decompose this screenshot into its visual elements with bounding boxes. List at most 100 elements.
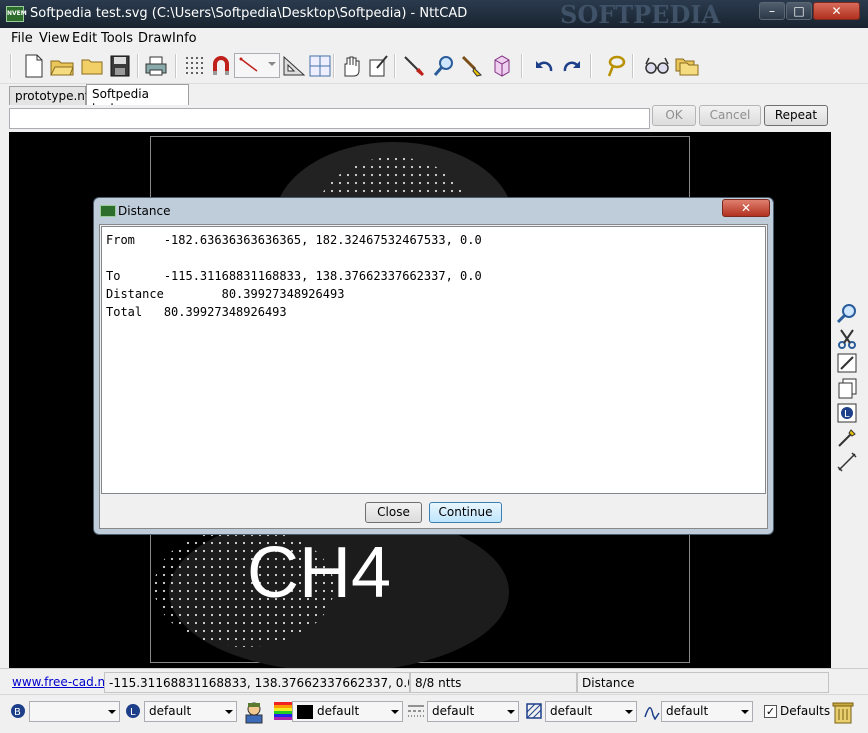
edit-pencil-icon[interactable] <box>835 351 859 375</box>
help-lasso-icon[interactable] <box>602 52 630 80</box>
user-agent-icon[interactable] <box>241 700 267 724</box>
window-title: Softpedia test.svg (C:\Users\Softpedia\D… <box>30 6 468 21</box>
distance-dialog: Distance ✕ From -182.63636363636365, 182… <box>93 197 774 535</box>
defaults-label: Defaults <box>780 704 831 718</box>
hatch-select[interactable]: default <box>545 701 637 722</box>
command-row: OK Cancel Repeat <box>0 105 868 132</box>
color-palette-icon <box>274 702 292 720</box>
svg-text:L: L <box>844 409 850 420</box>
line-tool-icon[interactable] <box>400 52 428 80</box>
total-value: 80.39927348926493 <box>163 305 287 319</box>
toolbar-separator <box>632 54 634 78</box>
font-select[interactable]: default <box>661 701 753 722</box>
total-label: Total <box>106 305 143 319</box>
color-swatch <box>297 704 313 719</box>
redo-icon[interactable] <box>558 52 586 80</box>
from-value: -182.63636363636365, 182.32467532467533,… <box>163 233 482 247</box>
repeat-button[interactable]: Repeat <box>764 105 828 126</box>
toolbar <box>0 48 868 84</box>
distance-value: 80.39927348926493 <box>221 287 345 301</box>
layer-icon[interactable]: L <box>835 401 859 425</box>
dialog-app-icon <box>100 205 116 217</box>
maximize-button[interactable]: □ <box>786 2 812 20</box>
menu-tools[interactable]: Tools <box>101 31 133 46</box>
toolbar-separator <box>333 54 335 78</box>
undo-icon[interactable] <box>530 52 558 80</box>
zoom-icon[interactable] <box>835 301 859 325</box>
folder-icon[interactable] <box>78 52 106 80</box>
folders-icon[interactable] <box>673 52 701 80</box>
tab-prototype[interactable]: prototype.ntt <box>9 86 94 105</box>
svg-text:L: L <box>130 707 136 718</box>
coordinates-readout: -115.31168831168833, 138.37662337662337,… <box>104 672 410 693</box>
continue-button[interactable]: Continue <box>429 502 502 523</box>
layer-select[interactable]: default <box>144 701 237 722</box>
dialog-title: Distance <box>118 204 171 218</box>
zoom-icon[interactable] <box>430 52 458 80</box>
menu-edit[interactable]: Edit <box>72 31 97 46</box>
print-icon[interactable] <box>142 52 170 80</box>
app-icon: NVEM <box>6 6 27 22</box>
defaults-checkbox[interactable]: ✓ <box>764 705 777 718</box>
close-window-button[interactable]: ✕ <box>813 2 860 20</box>
pan-hand-icon[interactable] <box>337 52 365 80</box>
right-toolbar: L <box>831 132 868 668</box>
toolbar-separator <box>521 54 523 78</box>
block-icon: B <box>9 702 27 720</box>
toolbar-separator <box>394 54 396 78</box>
open-folder-icon[interactable] <box>48 52 76 80</box>
ruler-triangle-icon[interactable] <box>280 52 308 80</box>
pen-icon[interactable] <box>835 426 859 450</box>
dialog-close-icon[interactable]: ✕ <box>722 199 770 217</box>
color-select[interactable]: default <box>292 701 403 722</box>
save-icon[interactable] <box>106 52 134 80</box>
crosshair-icon[interactable] <box>306 52 334 80</box>
status-bar: www.free-cad.net -115.31168831168833, 13… <box>0 668 868 694</box>
scissors-icon[interactable] <box>835 327 859 351</box>
website-link[interactable]: www.free-cad.net <box>8 672 104 693</box>
cube-icon[interactable] <box>488 52 516 80</box>
tab-strip: prototype.ntt Softpedia test.svg <box>0 84 868 115</box>
brush-icon[interactable] <box>458 52 486 80</box>
linetype-select[interactable]: default <box>427 701 519 722</box>
entity-count: 8/8 ntts <box>410 672 577 693</box>
distance-label: Distance <box>106 287 164 301</box>
cancel-button[interactable]: Cancel <box>699 105 761 126</box>
toolbar-separator <box>137 54 139 78</box>
toolbar-separator <box>590 54 592 78</box>
menu-file[interactable]: File <box>11 31 33 46</box>
copy-pages-icon[interactable] <box>835 376 859 400</box>
block-select[interactable] <box>29 701 120 722</box>
trash-icon[interactable] <box>830 699 856 725</box>
toolbar-separator <box>10 54 12 78</box>
font-icon <box>643 702 661 720</box>
glasses-icon[interactable] <box>643 52 671 80</box>
from-label: From <box>106 233 135 247</box>
tab-softpedia-test[interactable]: Softpedia test.svg <box>86 84 189 115</box>
command-input[interactable] <box>9 108 650 129</box>
menu-info[interactable]: Info <box>172 31 197 46</box>
menu-draw[interactable]: Draw <box>138 31 172 46</box>
menu-bar: File View Edit Tools Draw Info <box>0 28 868 48</box>
properties-bar: B L default default default default defa… <box>0 694 868 733</box>
close-button[interactable]: Close <box>365 502 422 523</box>
main-window: NVEM Softpedia test.svg (C:\Users\Softpe… <box>0 0 868 733</box>
layer-icon: L <box>124 702 142 720</box>
distance-output-text[interactable]: From -182.63636363636365, 182.3246753246… <box>101 226 766 494</box>
measure-icon[interactable] <box>835 450 859 474</box>
minimize-button[interactable]: – <box>759 2 785 20</box>
menu-view[interactable]: View <box>39 31 70 46</box>
toolbar-separator <box>175 54 177 78</box>
snap-mode-select[interactable] <box>234 53 280 78</box>
select-edit-icon[interactable] <box>364 52 392 80</box>
ok-button[interactable]: OK <box>652 105 696 126</box>
new-file-icon[interactable] <box>20 52 48 80</box>
to-value: -115.31168831168833, 138.37662337662337,… <box>163 269 482 283</box>
current-mode: Distance <box>577 672 829 693</box>
magnet-snap-icon[interactable] <box>207 52 235 80</box>
canvas-text-label: CH4 <box>247 533 392 613</box>
svg-text:B: B <box>14 707 21 718</box>
linetype-icon <box>407 702 425 720</box>
grid-icon[interactable] <box>181 52 209 80</box>
to-label: To <box>106 269 121 283</box>
